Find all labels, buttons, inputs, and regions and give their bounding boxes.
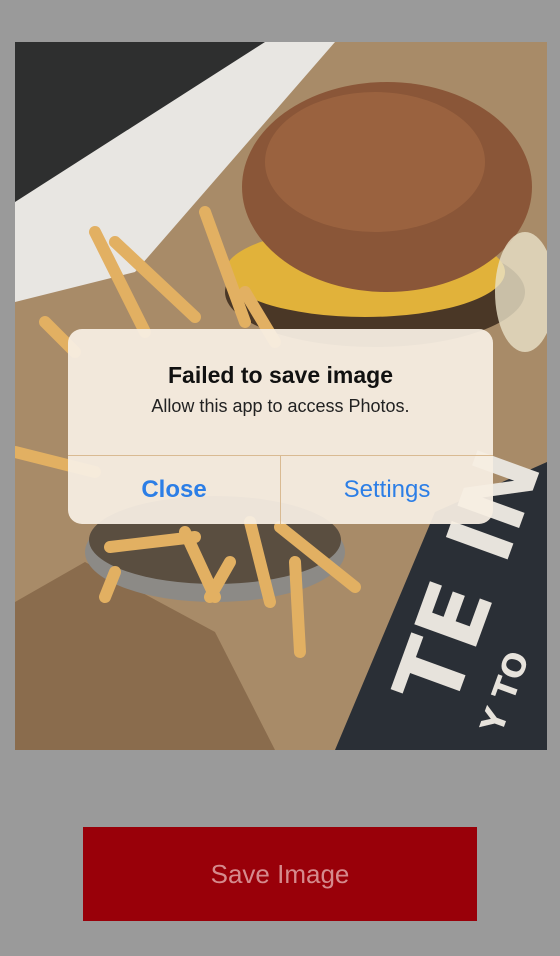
alert-body: Failed to save image Allow this app to a… (68, 329, 493, 455)
close-button[interactable]: Close (68, 456, 280, 524)
settings-button[interactable]: Settings (281, 456, 493, 524)
save-image-button[interactable]: Save Image (83, 827, 477, 921)
alert-actions: Close Settings (68, 455, 493, 524)
alert-message: Allow this app to access Photos. (151, 396, 410, 416)
permission-alert-dialog: Failed to save image Allow this app to a… (68, 329, 493, 524)
alert-title: Failed to save image (168, 362, 393, 388)
